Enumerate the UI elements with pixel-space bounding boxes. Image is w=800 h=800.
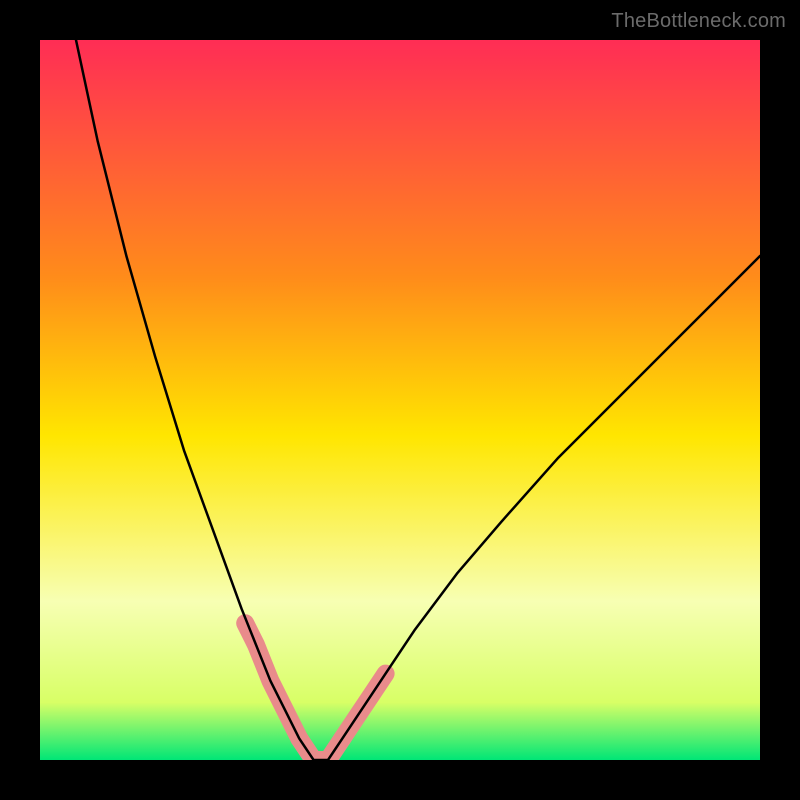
watermark-label: TheBottleneck.com xyxy=(611,10,786,33)
plot-area xyxy=(40,40,760,760)
chart-frame: TheBottleneck.com xyxy=(0,0,800,800)
chart-svg xyxy=(40,40,760,760)
